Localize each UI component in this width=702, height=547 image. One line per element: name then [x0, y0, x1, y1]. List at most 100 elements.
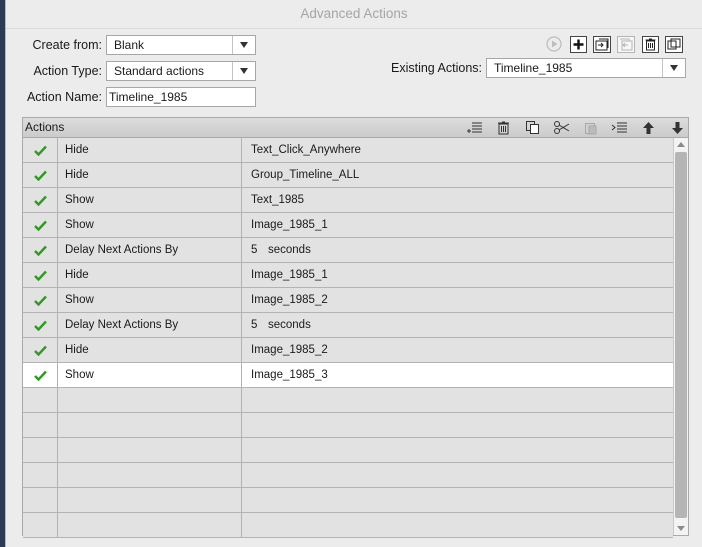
status-cell[interactable] — [23, 263, 58, 287]
status-cell[interactable] — [23, 413, 58, 437]
target-cell[interactable] — [243, 413, 673, 437]
delay-number[interactable]: 5 — [251, 313, 268, 337]
action-cell[interactable]: Delay Next Actions By — [58, 238, 242, 262]
target-cell[interactable] — [243, 513, 673, 537]
table-row-empty[interactable] — [23, 463, 673, 488]
move-down-icon[interactable] — [668, 119, 686, 136]
action-type-value: Standard actions — [114, 64, 205, 78]
cut-icon[interactable] — [552, 119, 570, 136]
table-row[interactable]: Delay Next Actions By 5 seconds — [23, 238, 673, 263]
existing-actions-dropdown[interactable]: Timeline_1985 — [486, 58, 686, 78]
target-cell[interactable] — [243, 463, 673, 487]
action-cell[interactable]: Hide — [58, 263, 242, 287]
table-row[interactable]: Hide Image_1985_1 — [23, 263, 673, 288]
actions-table: Hide Text_Click_Anywhere Hide Group_Time… — [23, 138, 673, 538]
status-cell[interactable] — [23, 488, 58, 512]
scroll-down-icon[interactable] — [677, 526, 685, 531]
delay-number[interactable]: 5 — [251, 238, 268, 262]
table-row[interactable]: Show Image_1985_1 — [23, 213, 673, 238]
table-row-empty[interactable] — [23, 388, 673, 413]
table-row[interactable]: Hide Image_1985_2 — [23, 338, 673, 363]
create-from-label: Create from: — [32, 38, 102, 52]
status-cell[interactable] — [23, 513, 58, 537]
table-row[interactable]: Show Text_1985 — [23, 188, 673, 213]
action-cell[interactable]: Show — [58, 188, 242, 212]
check-icon — [33, 370, 47, 381]
existing-actions-label: Existing Actions: — [390, 61, 482, 75]
action-cell[interactable]: Hide — [58, 338, 242, 362]
status-cell[interactable] — [23, 338, 58, 362]
move-up-icon[interactable] — [639, 119, 657, 136]
status-cell[interactable] — [23, 163, 58, 187]
table-row-empty[interactable] — [23, 413, 673, 438]
create-from-dropdown[interactable]: Blank — [106, 35, 256, 55]
table-row-selected[interactable]: Show Image_1985_3 — [23, 363, 673, 388]
add-row-icon[interactable] — [465, 119, 483, 136]
action-cell[interactable] — [58, 463, 242, 487]
target-cell[interactable]: Text_Click_Anywhere — [243, 138, 673, 162]
action-cell[interactable]: Hide — [58, 163, 242, 187]
table-row-empty[interactable] — [23, 438, 673, 463]
check-icon — [33, 145, 47, 156]
target-cell[interactable]: Image_1985_2 — [243, 338, 673, 362]
delete-row-icon[interactable] — [494, 119, 512, 136]
target-cell[interactable]: Image_1985_2 — [243, 288, 673, 312]
check-icon — [33, 270, 47, 281]
action-cell[interactable]: Show — [58, 288, 242, 312]
action-cell[interactable] — [58, 513, 242, 537]
target-cell[interactable]: 5 seconds — [243, 238, 673, 262]
target-cell[interactable]: Image_1985_3 — [243, 363, 673, 387]
target-cell[interactable]: 5 seconds — [243, 313, 673, 337]
table-row[interactable]: Hide Text_Click_Anywhere — [23, 138, 673, 163]
action-cell[interactable]: Hide — [58, 138, 242, 162]
copy-icon[interactable] — [523, 119, 541, 136]
usage-icon[interactable] — [665, 35, 683, 53]
chevron-down-icon — [662, 59, 685, 77]
status-cell[interactable] — [23, 188, 58, 212]
duplicate-action-icon[interactable] — [617, 35, 635, 53]
target-cell[interactable]: Image_1985_1 — [243, 213, 673, 237]
scroll-up-icon[interactable] — [677, 142, 685, 147]
action-cell[interactable] — [58, 388, 242, 412]
table-row[interactable]: Show Image_1985_2 — [23, 288, 673, 313]
target-cell[interactable] — [243, 438, 673, 462]
delete-action-icon[interactable] — [641, 35, 659, 53]
action-cell[interactable] — [58, 488, 242, 512]
action-cell[interactable]: Show — [58, 363, 242, 387]
table-row-empty[interactable] — [23, 488, 673, 513]
table-row[interactable]: Delay Next Actions By 5 seconds — [23, 313, 673, 338]
add-new-action-icon[interactable] — [569, 35, 587, 53]
target-cell[interactable]: Image_1985_1 — [243, 263, 673, 287]
action-cell[interactable]: Show — [58, 213, 242, 237]
status-cell[interactable] — [23, 288, 58, 312]
save-as-template-icon[interactable] — [593, 35, 611, 53]
status-cell[interactable] — [23, 313, 58, 337]
existing-actions-value: Timeline_1985 — [494, 61, 573, 75]
preview-play-icon[interactable] — [545, 35, 563, 53]
table-row[interactable]: Hide Group_Timeline_ALL — [23, 163, 673, 188]
vertical-scrollbar[interactable] — [673, 138, 688, 535]
action-name-field[interactable]: Timeline_1985 — [106, 87, 256, 107]
status-cell[interactable] — [23, 388, 58, 412]
status-cell[interactable] — [23, 363, 58, 387]
actions-panel-header: Actions — [23, 118, 688, 138]
target-cell[interactable]: Text_1985 — [243, 188, 673, 212]
target-cell[interactable]: Group_Timeline_ALL — [243, 163, 673, 187]
action-cell[interactable] — [58, 438, 242, 462]
status-cell[interactable] — [23, 138, 58, 162]
action-cell[interactable]: Delay Next Actions By — [58, 313, 242, 337]
action-cell[interactable] — [58, 413, 242, 437]
status-cell[interactable] — [23, 463, 58, 487]
status-cell[interactable] — [23, 238, 58, 262]
table-row-empty[interactable] — [23, 513, 673, 538]
check-icon — [33, 345, 47, 356]
advanced-actions-dialog: Advanced Actions Create from: Blank Acti… — [5, 0, 702, 547]
target-cell[interactable] — [243, 388, 673, 412]
paste-icon[interactable] — [581, 119, 599, 136]
insert-row-icon[interactable] — [610, 119, 628, 136]
target-cell[interactable] — [243, 488, 673, 512]
scrollbar-thumb[interactable] — [675, 152, 687, 518]
status-cell[interactable] — [23, 438, 58, 462]
status-cell[interactable] — [23, 213, 58, 237]
action-type-dropdown[interactable]: Standard actions — [106, 61, 256, 81]
